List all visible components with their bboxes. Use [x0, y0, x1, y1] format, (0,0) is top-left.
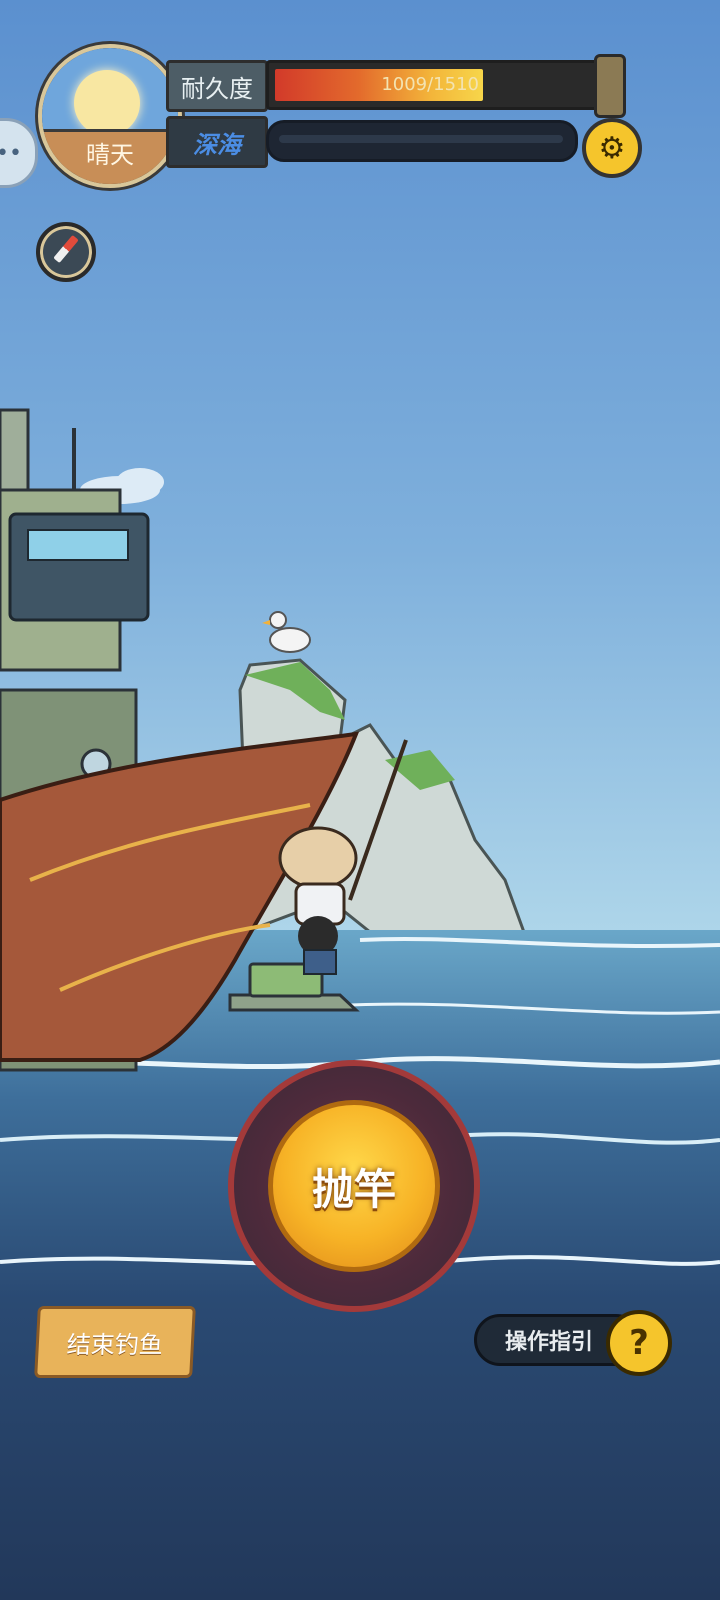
weather-dial: 晴天 [38, 44, 182, 188]
weather-label: 晴天 [86, 141, 134, 169]
sun-icon [74, 70, 140, 136]
chat-bubble-icon: •• [0, 140, 22, 166]
gear-icon: ⚙ [598, 130, 626, 166]
durability-label: 耐久度 [166, 60, 268, 112]
compass-icon [53, 234, 79, 264]
guide-label: 操作指引 [505, 1330, 594, 1355]
durability-bar-cap [594, 54, 626, 118]
depth-bar-track [279, 135, 563, 143]
durability-bar: 1009/1510 [266, 60, 602, 110]
settings-button[interactable]: ⚙ [582, 118, 642, 178]
help-button[interactable]: ? [606, 1310, 672, 1376]
zone-label: 深海 [166, 116, 268, 168]
compass-button[interactable] [36, 222, 96, 282]
durability-value: 1009/1510 [381, 74, 479, 95]
end-fishing-button[interactable]: 结束钓鱼 [34, 1306, 196, 1378]
depth-bar [266, 120, 578, 162]
question-icon: ? [629, 1323, 649, 1363]
cast-button[interactable]: 抛竿 [268, 1100, 440, 1272]
